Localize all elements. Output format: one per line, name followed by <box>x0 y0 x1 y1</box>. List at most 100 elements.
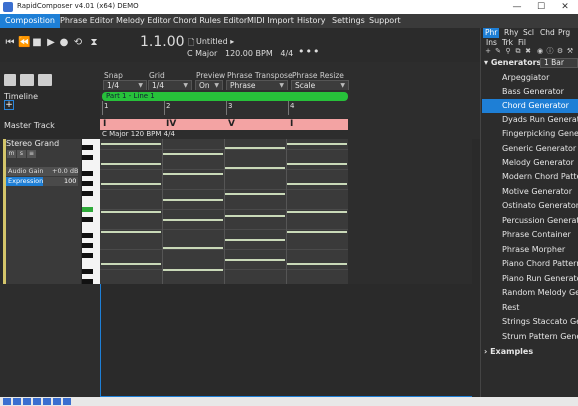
note[interactable] <box>287 163 347 165</box>
settings-icon[interactable]: ⚙ <box>556 47 564 55</box>
menu-melody-editor[interactable]: Melody Editor <box>111 14 176 28</box>
track-name[interactable]: Stereo Grand <box>6 139 59 148</box>
new-file-icon[interactable] <box>4 74 16 86</box>
status-icon[interactable] <box>23 398 31 405</box>
bar-length-select[interactable]: 1 Bar <box>540 58 578 68</box>
wrench-icon[interactable]: ⚒ <box>566 47 574 55</box>
note[interactable] <box>225 215 285 217</box>
note[interactable] <box>225 147 285 149</box>
chord-2[interactable]: IV <box>166 119 176 130</box>
duplicate-icon[interactable]: ⧉ <box>514 47 522 55</box>
add-icon[interactable]: + <box>484 47 492 55</box>
vertical-scrollbar[interactable] <box>472 139 480 397</box>
rewind-icon[interactable]: ⏪ <box>18 37 30 49</box>
note[interactable] <box>287 183 347 185</box>
record-icon[interactable]: ● <box>58 37 70 49</box>
more-options-button[interactable]: ••• <box>298 45 320 58</box>
generator-item[interactable]: Strum Pattern Generator <box>482 330 578 344</box>
menu-history[interactable]: History <box>292 14 330 28</box>
track-menu-icon[interactable]: ≡ <box>27 150 36 158</box>
mute-icon[interactable]: m <box>7 150 16 158</box>
status-icon[interactable] <box>33 398 41 405</box>
part-bar[interactable]: Part 1 - Line 1 <box>102 92 348 101</box>
status-icon[interactable] <box>13 398 21 405</box>
note[interactable] <box>101 231 161 233</box>
tab-phrases[interactable]: Phr <box>483 28 500 38</box>
note[interactable] <box>163 247 223 249</box>
close-button[interactable]: ✕ <box>553 1 577 13</box>
generator-item[interactable]: Bass Generator <box>482 85 578 99</box>
note[interactable] <box>287 211 347 213</box>
note[interactable] <box>163 199 223 201</box>
piano-keyboard[interactable] <box>82 139 100 284</box>
note[interactable] <box>163 153 223 155</box>
generator-item[interactable]: Rest <box>482 301 578 315</box>
tab-progressions[interactable]: Prg <box>556 28 572 38</box>
note[interactable] <box>225 239 285 241</box>
generator-item[interactable]: Arpeggiator <box>482 71 578 85</box>
note[interactable] <box>163 219 223 221</box>
chord-3[interactable]: V <box>228 119 235 130</box>
generator-item[interactable]: Ostinato Generator <box>482 199 578 213</box>
song-name[interactable]: Untitled ▸ <box>196 37 234 46</box>
save-file-icon[interactable] <box>38 74 52 86</box>
note[interactable] <box>287 143 347 145</box>
generator-item[interactable]: Melody Generator <box>482 156 578 170</box>
loop-icon[interactable]: ⟲ <box>72 37 84 49</box>
menu-support[interactable]: Support <box>364 14 406 28</box>
note[interactable] <box>225 259 285 261</box>
tab-chords[interactable]: Chd <box>538 28 557 38</box>
status-icon[interactable] <box>3 398 11 405</box>
skip-back-icon[interactable]: ⏮ <box>4 37 16 49</box>
chord-4[interactable]: I <box>290 119 293 130</box>
generator-item[interactable]: Generic Generator <box>482 142 578 156</box>
maximize-button[interactable]: ☐ <box>529 1 553 13</box>
note[interactable] <box>101 211 161 213</box>
menu-phrase-editor[interactable]: Phrase Editor <box>55 14 118 28</box>
generator-item[interactable]: Random Melody Generator <box>482 286 578 300</box>
info-icon[interactable]: ⓘ <box>546 47 554 55</box>
generator-item[interactable]: Piano Chord Pattern <box>482 257 578 271</box>
delete-icon[interactable]: ✖ <box>524 47 532 55</box>
generator-item[interactable]: Motive Generator <box>482 185 578 199</box>
add-track-button[interactable]: + <box>4 100 14 110</box>
generator-item[interactable]: Dyads Run Generator <box>482 113 578 127</box>
key-tempo-info[interactable]: C Major 120.00 BPM 4/4 <box>187 49 293 58</box>
link-icon[interactable]: ⚲ <box>504 47 512 55</box>
stop-icon[interactable]: ■ <box>31 37 43 49</box>
tab-rhythms[interactable]: Rhy <box>502 28 520 38</box>
note[interactable] <box>101 263 161 265</box>
generator-item[interactable]: Fingerpicking Generator <box>482 127 578 141</box>
piano-roll-grid[interactable] <box>100 139 348 284</box>
note[interactable] <box>287 263 347 265</box>
status-icon[interactable] <box>53 398 61 405</box>
menu-composition[interactable]: Composition <box>0 14 60 28</box>
note[interactable] <box>163 269 223 271</box>
generator-item[interactable]: Percussion Generator <box>482 214 578 228</box>
generator-item[interactable]: Strings Staccato Generator <box>482 315 578 329</box>
note[interactable] <box>163 173 223 175</box>
generator-item[interactable]: Modern Chord Pattern <box>482 170 578 184</box>
metronome-icon[interactable]: ⧗ <box>88 37 100 49</box>
minimize-button[interactable]: — <box>505 1 529 13</box>
menu-chord-rules-editor[interactable]: Chord Rules Editor <box>168 14 252 28</box>
generator-item[interactable]: Chord Generator <box>482 99 578 113</box>
examples-header[interactable]: › Examples <box>484 347 533 356</box>
note[interactable] <box>225 193 285 195</box>
tab-instruments[interactable]: Ins <box>484 38 499 47</box>
generator-item[interactable]: Phrase Container <box>482 228 578 242</box>
menu-midi-import[interactable]: MIDI Import <box>242 14 299 28</box>
eye-icon[interactable]: ◉ <box>536 47 544 55</box>
track-area-empty[interactable] <box>100 284 480 397</box>
solo-icon[interactable]: s <box>17 150 26 158</box>
generator-item[interactable]: Phrase Morpher <box>482 243 578 257</box>
generators-header[interactable]: ▾ Generators <box>484 58 541 67</box>
chord-track[interactable] <box>100 119 348 130</box>
status-icon[interactable] <box>43 398 51 405</box>
generator-item[interactable]: Piano Run Generator <box>482 272 578 286</box>
open-file-icon[interactable] <box>20 74 34 86</box>
tab-tracks[interactable]: Trk <box>500 38 515 47</box>
status-icon[interactable] <box>63 398 71 405</box>
note[interactable] <box>225 167 285 169</box>
note[interactable] <box>101 163 161 165</box>
